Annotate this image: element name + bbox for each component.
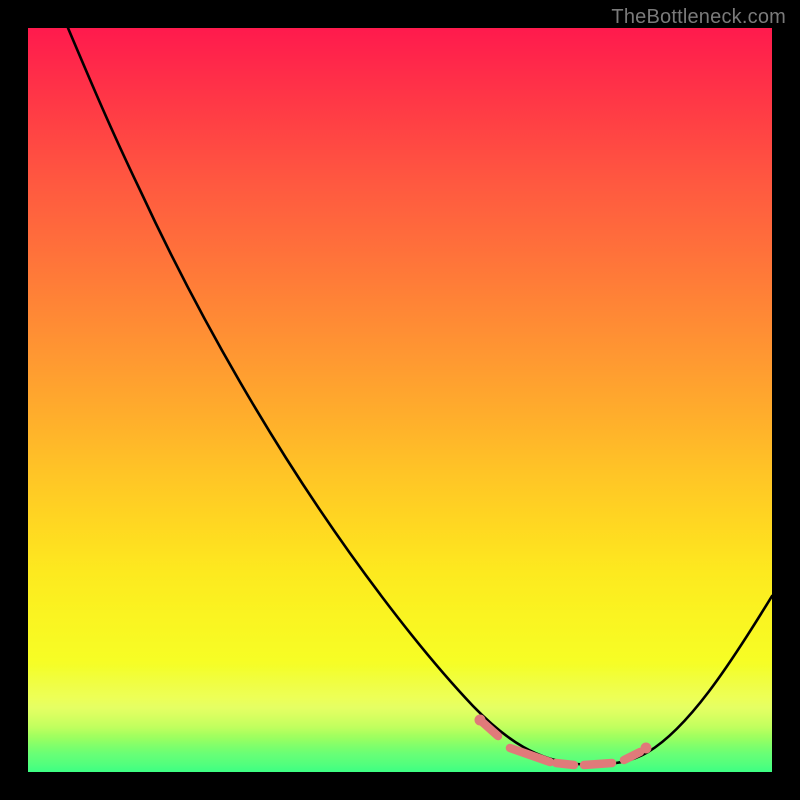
plot-area (28, 28, 772, 772)
marker-seg-3 (556, 763, 574, 765)
marker-seg-2 (510, 748, 550, 762)
curve-left-branch (68, 28, 576, 764)
marker-seg-1 (480, 720, 498, 736)
lowlight-band (28, 666, 772, 736)
marker-seg-5 (624, 752, 640, 760)
chart-frame: TheBottleneck.com (0, 0, 800, 800)
optimal-markers (475, 715, 652, 766)
curve-right-branch (576, 596, 772, 765)
bottleneck-curve (28, 28, 772, 772)
optimal-band (28, 738, 772, 772)
marker-seg-4 (584, 763, 612, 765)
watermark-text: TheBottleneck.com (611, 6, 786, 29)
marker-dot-left (475, 715, 486, 726)
marker-dot-right (641, 743, 652, 754)
